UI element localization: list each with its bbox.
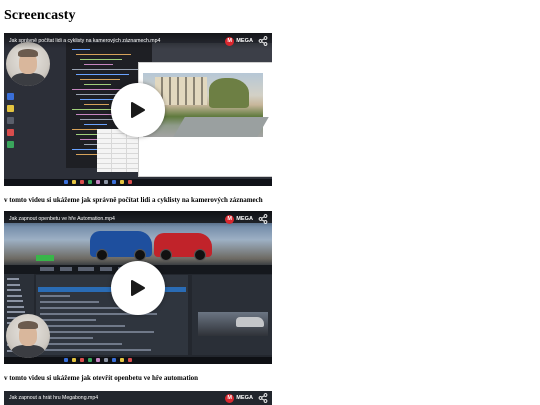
video-caption: v tomto videu si ukážeme jak správně poč… [4,196,263,204]
mega-logo-text: MEGA [236,216,253,222]
play-button[interactable] [111,261,165,315]
mega-logo[interactable]: M MEGA [225,214,253,224]
mega-logo-icon: M [225,393,235,403]
mega-logo-text: MEGA [236,395,253,401]
desktop-icons [7,93,19,153]
mega-logo-icon: M [225,214,235,224]
play-icon [131,280,145,296]
video-title: Jak zapnout openbetu ve hře Automation.m… [9,216,115,222]
share-icon[interactable] [258,214,268,224]
video-player-2[interactable]: Jak zapnout openbetu ve hře Automation.m… [4,211,272,364]
video-caption: v tomto videu si ukážeme jak otevřít ope… [4,374,199,382]
page: Screencasty Jak správně počítat lidi a c… [0,0,540,405]
player-topbar: Jak zapnout a hrát hru Megabong.mp4 M ME… [4,391,272,405]
webcam-overlay [6,314,50,358]
page-title: Screencasty [4,8,76,23]
share-icon[interactable] [258,36,268,46]
play-button[interactable] [111,83,165,137]
mega-logo-icon: M [225,36,235,46]
video-player-3[interactable]: Jak zapnout a hrát hru Megabong.mp4 M ME… [4,391,272,405]
mega-logo[interactable]: M MEGA [225,36,253,46]
blue-truck-image [90,231,152,261]
mega-logo-text: MEGA [236,38,253,44]
play-icon [131,102,145,118]
mega-logo[interactable]: M MEGA [225,393,253,403]
share-icon[interactable] [258,393,268,403]
player-topbar: Jak zapnout openbetu ve hře Automation.m… [4,211,272,227]
video-title: Jak správně počítat lidi a cyklisty na k… [9,38,161,44]
red-truck-image [154,233,212,261]
taskbar [4,357,272,364]
taskbar [4,179,272,186]
video-player-1[interactable]: Jak správně počítat lidi a cyklisty na k… [4,33,272,186]
video-title: Jak zapnout a hrát hru Megabong.mp4 [9,395,99,401]
player-topbar: Jak správně počítat lidi a cyklisty na k… [4,33,272,49]
